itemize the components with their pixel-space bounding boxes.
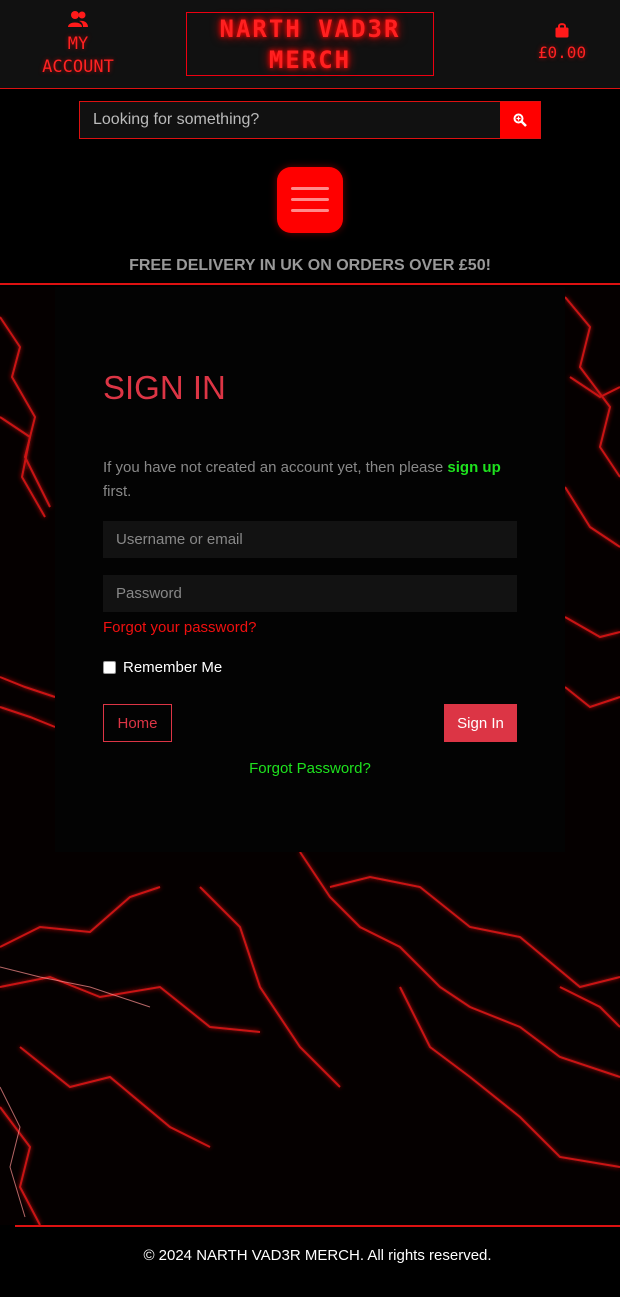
password-field[interactable] — [103, 575, 517, 612]
signin-intro: If you have not created an account yet, … — [103, 456, 523, 504]
account-label-line1: MY — [67, 34, 89, 54]
my-account-link[interactable]: MY ACCOUNT — [28, 10, 128, 79]
page-title: SIGN IN — [103, 369, 226, 406]
users-icon — [68, 11, 88, 27]
search-input[interactable] — [80, 102, 501, 138]
site-footer: © 2024 NARTH VAD3R MERCH. All rights res… — [15, 1225, 620, 1297]
delivery-banner: FREE DELIVERY IN UK ON ORDERS OVER £50! — [129, 257, 491, 274]
site-logo[interactable]: NARTH VAD3R MERCH — [186, 12, 434, 76]
remember-me-checkbox[interactable] — [103, 661, 116, 674]
cart-total: £0.00 — [537, 43, 587, 62]
site-header: MY ACCOUNT NARTH VAD3R MERCH £0.00 — [0, 0, 620, 89]
search-button[interactable] — [500, 102, 540, 138]
remember-me-label: Remember Me — [123, 659, 223, 676]
nav-area: FREE DELIVERY IN UK ON ORDERS OVER £50! — [0, 89, 620, 285]
forgot-password-bottom-link[interactable]: Forgot Password? — [55, 760, 565, 777]
sign-up-link[interactable]: sign up — [447, 459, 500, 476]
logo-line1: NARTH VAD3R — [219, 15, 401, 43]
account-label-line2: ACCOUNT — [42, 57, 114, 77]
search-bar — [79, 101, 541, 139]
logo-line2: MERCH — [268, 46, 352, 74]
username-field[interactable] — [103, 521, 517, 558]
sign-in-button[interactable]: Sign In — [444, 704, 517, 742]
intro-text-after: first. — [103, 483, 132, 500]
search-icon — [513, 113, 527, 127]
signin-card: SIGN IN If you have not created an accou… — [55, 287, 565, 852]
cart-link[interactable]: £0.00 — [530, 22, 594, 62]
shopping-bag-icon — [555, 23, 569, 38]
remember-me: Remember Me — [103, 659, 222, 676]
home-button[interactable]: Home — [103, 704, 172, 742]
hamburger-menu-button[interactable] — [277, 167, 343, 233]
intro-text-before: If you have not created an account yet, … — [103, 459, 448, 476]
footer-copyright: © 2024 NARTH VAD3R MERCH. All rights res… — [143, 1247, 492, 1264]
forgot-password-link[interactable]: Forgot your password? — [103, 619, 256, 636]
